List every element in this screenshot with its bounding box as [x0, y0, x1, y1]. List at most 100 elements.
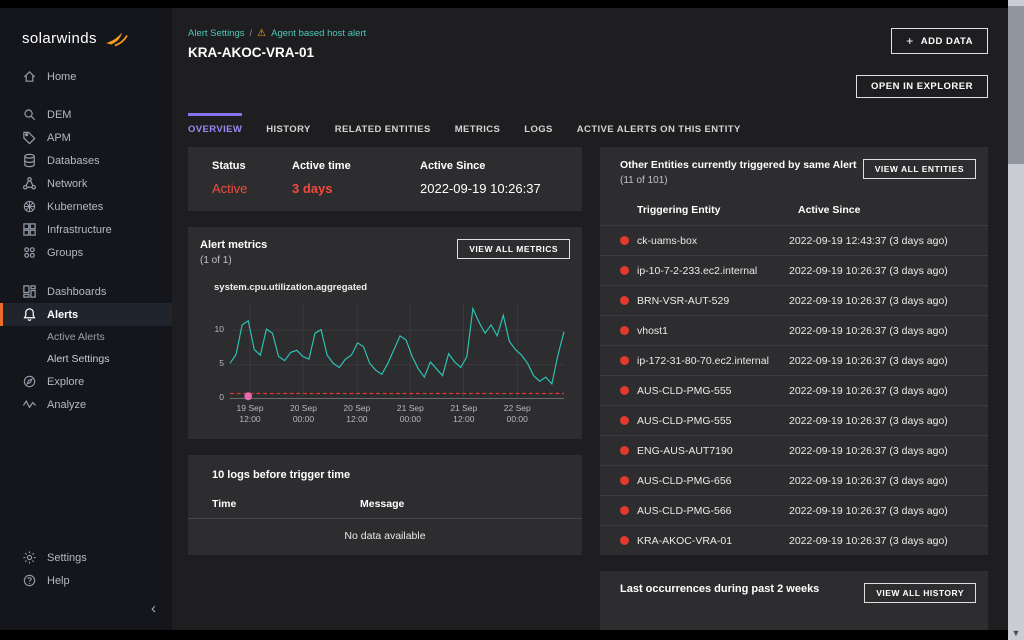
page-title: KRA-AKOC-VRA-01: [188, 45, 366, 60]
add-data-button[interactable]: + ADD DATA: [891, 28, 988, 54]
tab-history[interactable]: HISTORY: [266, 113, 311, 145]
add-data-label: ADD DATA: [921, 36, 973, 47]
table-row[interactable]: AUS-CLD-PMG-656 2022-09-19 10:26:37 (3 d…: [600, 465, 988, 495]
logs-card-title: 10 logs before trigger time: [188, 469, 582, 481]
sidebar-item-label: Home: [47, 71, 76, 83]
table-row[interactable]: ip-172-31-80-70.ec2.internal 2022-09-19 …: [600, 345, 988, 375]
sidebar-item-network[interactable]: Network: [0, 172, 172, 195]
breadcrumb: Alert Settings / ⚠ Agent based host aler…: [188, 28, 366, 39]
table-row[interactable]: AUS-CLD-PMG-555 2022-09-19 10:26:37 (3 d…: [600, 375, 988, 405]
sidebar-item-label: Help: [47, 575, 70, 587]
status-value: Active: [212, 181, 292, 196]
metric-line-series: [230, 309, 564, 384]
tab-logs[interactable]: LOGS: [524, 113, 553, 145]
sidebar-item-label: Dashboards: [47, 286, 106, 298]
tab-metrics[interactable]: METRICS: [455, 113, 501, 145]
table-row[interactable]: ip-10-7-2-233.ec2.internal 2022-09-19 10…: [600, 255, 988, 285]
page: solarwinds Home DEM APM Databases: [0, 0, 1024, 640]
bell-icon: [22, 307, 37, 322]
y-tick-10: 10: [206, 324, 224, 334]
solarwinds-swoosh-icon: [104, 30, 128, 47]
scrollbar-thumb[interactable]: [1008, 6, 1024, 164]
sidebar: solarwinds Home DEM APM Databases: [0, 0, 172, 640]
scroll-down-icon[interactable]: ▼: [1008, 628, 1024, 638]
sidebar-collapse-icon[interactable]: ‹: [151, 601, 156, 616]
sidebar-item-dashboards[interactable]: Dashboards: [0, 280, 172, 303]
entity-name[interactable]: AUS-CLD-PMG-656: [637, 475, 789, 487]
table-row[interactable]: vhost1 2022-09-19 10:26:37 (3 days ago): [600, 315, 988, 345]
table-row[interactable]: ENG-AUS-AUT7190 2022-09-19 10:26:37 (3 d…: [600, 435, 988, 465]
top-black-strip: [0, 0, 1008, 8]
view-all-entities-button[interactable]: VIEW ALL ENTITIES: [863, 159, 976, 179]
entity-name[interactable]: KRA-AKOC-VRA-01: [637, 535, 789, 547]
entity-active-since: 2022-09-19 10:26:37 (3 days ago): [789, 415, 976, 427]
entity-name[interactable]: ENG-AUS-AUT7190: [637, 445, 789, 457]
tag-icon: [22, 130, 37, 145]
alert-dot-icon: [620, 356, 629, 365]
sidebar-item-groups[interactable]: Groups: [0, 241, 172, 264]
history-card-title: Last occurrences during past 2 weeks: [620, 583, 819, 595]
entity-name[interactable]: AUS-CLD-PMG-555: [637, 385, 789, 397]
magnifier-icon: [22, 107, 37, 122]
sidebar-item-help[interactable]: Help: [0, 569, 172, 592]
entity-name[interactable]: AUS-CLD-PMG-566: [637, 505, 789, 517]
sidebar-subitem-label: Alert Settings: [47, 353, 109, 365]
breadcrumb-alert-name[interactable]: Agent based host alert: [271, 28, 366, 39]
other-entities-card: Other Entities currently triggered by sa…: [600, 147, 988, 555]
main-content: Alert Settings / ⚠ Agent based host aler…: [172, 8, 1008, 640]
status-card: Status Active Active time 3 days Active …: [188, 147, 582, 211]
active-time-label: Active time: [292, 160, 420, 172]
alert-dot-icon: [620, 446, 629, 455]
logs-column-time: Time: [212, 498, 360, 510]
sidebar-item-alerts[interactable]: Alerts: [0, 303, 172, 326]
sidebar-subitem-alert-settings[interactable]: Alert Settings: [0, 348, 172, 370]
sidebar-item-explore[interactable]: Explore: [0, 370, 172, 393]
tab-active-alerts-on-entity[interactable]: ACTIVE ALERTS ON THIS ENTITY: [577, 113, 741, 145]
table-row[interactable]: BRN-VSR-AUT-529 2022-09-19 10:26:37 (3 d…: [600, 285, 988, 315]
tab-related-entities[interactable]: RELATED ENTITIES: [335, 113, 431, 145]
entity-name[interactable]: AUS-CLD-PMG-555: [637, 415, 789, 427]
sidebar-item-analyze[interactable]: Analyze: [0, 393, 172, 416]
tab-overview[interactable]: OVERVIEW: [188, 113, 242, 145]
sidebar-item-infrastructure[interactable]: Infrastructure: [0, 218, 172, 241]
trigger-point-marker: [244, 392, 252, 400]
entity-active-since: 2022-09-19 10:26:37 (3 days ago): [789, 445, 976, 457]
sidebar-item-home[interactable]: Home: [0, 65, 172, 88]
active-since-value: 2022-09-19 10:26:37: [420, 181, 541, 196]
entity-active-since: 2022-09-19 10:26:37 (3 days ago): [789, 505, 976, 517]
open-in-explorer-button[interactable]: OPEN IN EXPLORER: [856, 75, 988, 98]
sidebar-item-kubernetes[interactable]: Kubernetes: [0, 195, 172, 218]
sidebar-item-databases[interactable]: Databases: [0, 149, 172, 172]
active-since-label: Active Since: [420, 160, 541, 172]
view-all-entities-label: VIEW ALL ENTITIES: [875, 164, 964, 174]
alert-dot-icon: [620, 416, 629, 425]
view-all-history-button[interactable]: VIEW ALL HISTORY: [864, 583, 976, 603]
logs-empty-message: No data available: [188, 519, 582, 555]
sidebar-item-settings[interactable]: Settings: [0, 546, 172, 569]
vertical-scrollbar[interactable]: ▼: [1008, 0, 1024, 640]
table-row[interactable]: AUS-CLD-PMG-555 2022-09-19 10:26:37 (3 d…: [600, 405, 988, 435]
alert-dot-icon: [620, 266, 629, 275]
entity-active-since: 2022-09-19 10:26:37 (3 days ago): [789, 295, 976, 307]
entity-name[interactable]: ip-10-7-2-233.ec2.internal: [637, 265, 789, 277]
sidebar-item-apm[interactable]: APM: [0, 126, 172, 149]
sidebar-item-label: Databases: [47, 155, 100, 167]
compass-icon: [22, 374, 37, 389]
help-icon: [22, 573, 37, 588]
other-entities-count: (11 of 101): [620, 175, 857, 186]
entity-name[interactable]: ip-172-31-80-70.ec2.internal: [637, 355, 789, 367]
sidebar-subitem-active-alerts[interactable]: Active Alerts: [0, 326, 172, 348]
entity-name[interactable]: vhost1: [637, 325, 789, 337]
entity-name[interactable]: ck-uams-box: [637, 235, 789, 247]
table-row[interactable]: AUS-CLD-PMG-566 2022-09-19 10:26:37 (3 d…: [600, 495, 988, 525]
breadcrumb-alert-settings[interactable]: Alert Settings: [188, 28, 245, 39]
breadcrumb-separator: /: [250, 28, 253, 39]
table-row[interactable]: KRA-AKOC-VRA-01 2022-09-19 10:26:37 (3 d…: [600, 525, 988, 555]
metric-chart: 10 5 0: [230, 303, 564, 427]
sidebar-item-label: Network: [47, 178, 87, 190]
sidebar-item-dem[interactable]: DEM: [0, 103, 172, 126]
plus-icon: +: [906, 34, 914, 48]
view-all-metrics-button[interactable]: VIEW ALL METRICS: [457, 239, 570, 259]
entity-name[interactable]: BRN-VSR-AUT-529: [637, 295, 789, 307]
table-row[interactable]: ck-uams-box 2022-09-19 12:43:37 (3 days …: [600, 225, 988, 255]
